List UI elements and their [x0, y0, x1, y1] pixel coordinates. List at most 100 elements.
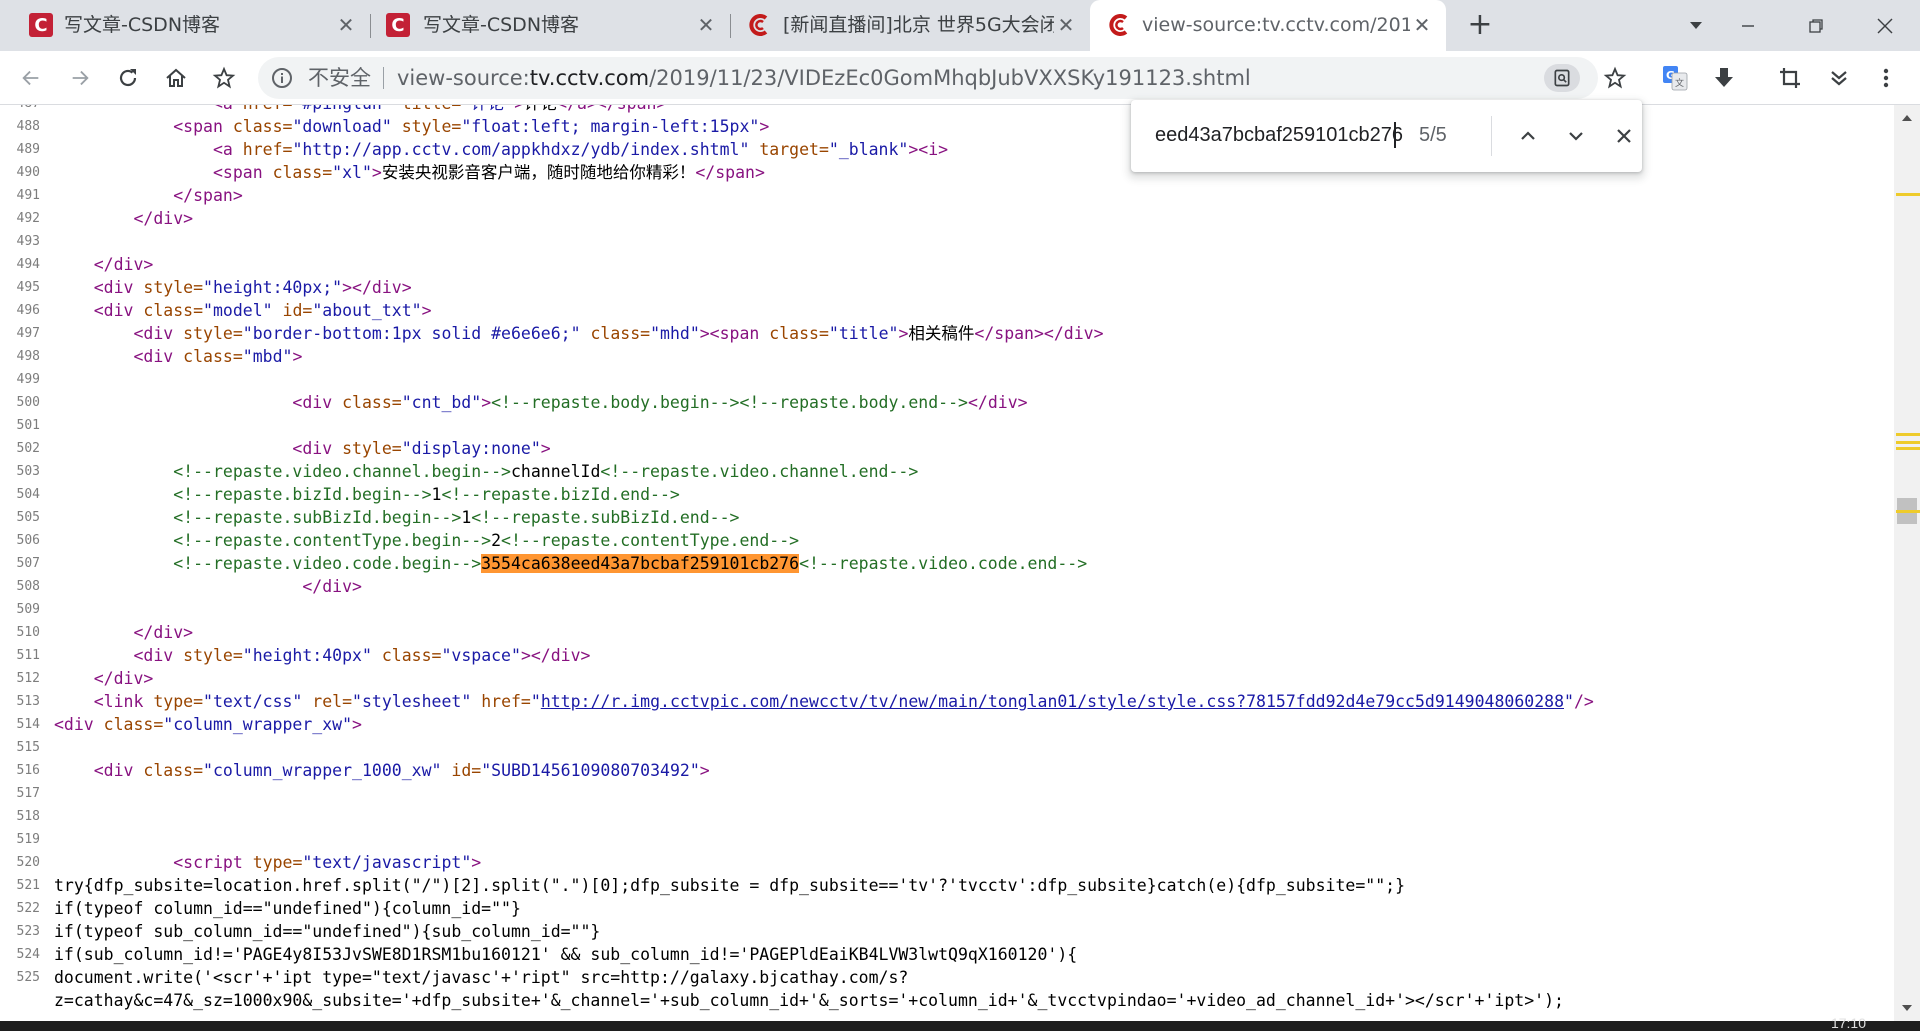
find-match-marker	[1896, 510, 1920, 513]
crop-extension-button[interactable]	[1773, 61, 1807, 95]
close-tab-icon[interactable]: ✕	[1054, 13, 1078, 37]
find-input[interactable]	[1155, 120, 1405, 150]
scroll-up-arrow-icon[interactable]	[1898, 109, 1916, 127]
tab-csdn-2[interactable]: C 写文章-CSDN博客 ✕	[370, 0, 731, 51]
forward-button[interactable]	[63, 61, 97, 95]
source-link[interactable]: http://r.img.cctvpic.com/newcctv/tv/new/…	[541, 692, 1564, 711]
download-extension-button[interactable]	[1707, 61, 1741, 95]
line-code: </div>	[302, 577, 362, 596]
find-page-icon	[1554, 69, 1570, 87]
google-translate-icon: G文	[1663, 66, 1688, 91]
url-host: tv.cctv.com	[529, 66, 650, 90]
bookmark-manager-button[interactable]	[207, 61, 241, 95]
source-line: 494 </div>	[0, 253, 1894, 276]
close-tab-icon[interactable]: ✕	[694, 13, 718, 37]
line-number: 488	[16, 119, 40, 134]
line-number: 524	[16, 947, 40, 962]
source-line: 510 </div>	[0, 621, 1894, 644]
line-number: 514	[16, 717, 40, 732]
source-line: 508 </div>	[0, 575, 1894, 598]
source-line: 525 document.write('<scr'+'ipt type="text…	[0, 966, 1894, 989]
close-tab-icon[interactable]: ✕	[1410, 13, 1434, 37]
find-match-marker	[1896, 447, 1920, 450]
source-line: 500 <div class="cnt_bd"><!--repaste.body…	[0, 391, 1894, 414]
extensions-menu-button[interactable]	[1822, 61, 1856, 95]
view-source-content[interactable]: 487 <a href="#pinglun" title="评论">评论</a>…	[0, 105, 1894, 1021]
svg-text:文: 文	[1675, 77, 1684, 89]
back-button[interactable]	[14, 61, 48, 95]
reload-button[interactable]	[111, 61, 145, 95]
find-previous-button[interactable]	[1511, 119, 1545, 153]
restore-button[interactable]	[1781, 0, 1851, 51]
find-separator	[1491, 116, 1492, 156]
os-taskbar: 17:10	[0, 1015, 1920, 1031]
source-line: 519	[0, 828, 1894, 851]
line-code: <a href="http://app.cctv.com/appkhdxz/yd…	[212, 140, 949, 159]
line-number: 492	[16, 211, 40, 226]
find-next-button[interactable]	[1559, 119, 1593, 153]
source-line: z=cathay&c=47&_sz=1000x90&_subsite='+dfp…	[0, 989, 1894, 1012]
translate-extension-button[interactable]: G文	[1658, 61, 1692, 95]
url-scheme: view-source:	[397, 66, 530, 90]
source-line: 515	[0, 736, 1894, 759]
cctv-favicon-icon	[747, 13, 771, 37]
find-in-page-button[interactable]	[1544, 64, 1580, 92]
download-arrow-icon	[1715, 68, 1733, 87]
close-tab-icon[interactable]: ✕	[334, 13, 358, 37]
browser-menu-button[interactable]	[1869, 61, 1903, 95]
line-number: 515	[16, 740, 40, 755]
home-button[interactable]	[159, 61, 193, 95]
source-line: 512 </div>	[0, 667, 1894, 690]
close-window-button[interactable]	[1850, 0, 1920, 51]
line-code: </div>	[133, 623, 194, 642]
line-code: </div>	[93, 669, 154, 688]
line-number: 521	[16, 878, 40, 893]
source-line: 493	[0, 230, 1894, 253]
scroll-down-arrow-icon[interactable]	[1898, 999, 1916, 1017]
line-code: if(typeof column_id=="undefined"){column…	[54, 899, 521, 918]
line-number: 520	[16, 855, 40, 870]
source-line: 524 if(sub_column_id!='PAGE4y8I53JvSWE8D1…	[0, 943, 1894, 966]
line-code: <span class="download" style="float:left…	[173, 117, 770, 136]
url-text[interactable]: view-source:tv.cctv.com/2019/11/23/VIDEz…	[397, 65, 1251, 91]
line-number: 496	[16, 303, 40, 318]
restore-icon	[1809, 18, 1823, 33]
source-line: 499	[0, 368, 1894, 391]
line-code: if(typeof sub_column_id=="undefined"){su…	[54, 922, 601, 941]
source-line: 492 </div>	[0, 207, 1894, 230]
source-line: 507 <!--repaste.video.code.begin-->3554c…	[0, 552, 1894, 575]
chevron-down-icon	[1690, 21, 1702, 29]
address-bar[interactable]: 不安全 view-source:tv.cctv.com/2019/11/23/V…	[258, 57, 1627, 99]
line-code: </div>	[93, 255, 154, 274]
tab-title: 写文章-CSDN博客	[64, 14, 221, 36]
vertical-scrollbar[interactable]	[1894, 105, 1920, 1021]
source-line: 514 <div class="column_wrapper_xw">	[0, 713, 1894, 736]
line-code: <div class="column_wrapper_xw">	[54, 715, 362, 734]
find-match-marker	[1896, 433, 1920, 436]
line-number: 511	[16, 648, 40, 663]
bookmark-star-button[interactable]	[1601, 64, 1629, 92]
tab-strip: C 写文章-CSDN博客 ✕ C 写文章-CSDN博客 ✕ [新闻直播间]北京 …	[0, 0, 1920, 51]
close-icon	[1617, 129, 1631, 143]
line-number: 522	[16, 901, 40, 916]
minimize-button[interactable]	[1713, 0, 1783, 51]
info-icon[interactable]	[270, 66, 294, 90]
line-code: <div class="mbd">	[133, 347, 303, 366]
source-line: 523 if(typeof sub_column_id=="undefined")…	[0, 920, 1894, 943]
new-tab-button[interactable]: +	[1465, 10, 1495, 41]
chevron-down-icon	[1569, 132, 1583, 141]
line-number: 502	[16, 441, 40, 456]
tab-cctv-live[interactable]: [新闻直播间]北京 世界5G大会闭 ✕	[730, 0, 1090, 51]
tab-csdn-1[interactable]: C 写文章-CSDN博客 ✕	[0, 0, 371, 51]
line-code: </div>	[133, 209, 194, 228]
line-number: 506	[16, 533, 40, 548]
source-line: 518	[0, 805, 1894, 828]
find-close-button[interactable]	[1607, 119, 1641, 153]
source-line: 516 <div class="column_wrapper_1000_xw" …	[0, 759, 1894, 782]
tab-view-source[interactable]: view-source:tv.cctv.com/2019/ ✕	[1090, 0, 1446, 51]
source-line: 506 <!--repaste.contentType.begin-->2<!-…	[0, 529, 1894, 552]
chevron-up-icon	[1521, 131, 1535, 140]
not-secure-label[interactable]: 不安全	[308, 65, 371, 91]
line-code: <script type="text/javascript">	[173, 853, 482, 872]
line-code: <div class="cnt_bd"><!--repaste.body.beg…	[292, 393, 1028, 412]
